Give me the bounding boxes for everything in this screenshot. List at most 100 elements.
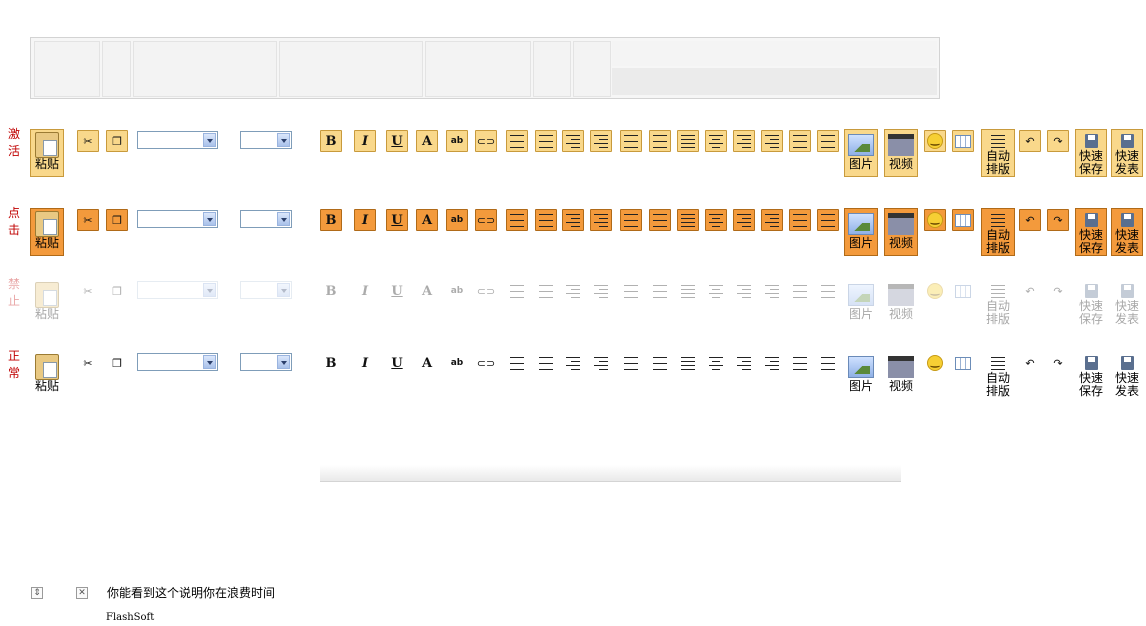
indent-button[interactable] — [590, 352, 612, 374]
insert-video-button[interactable]: 视频 — [884, 351, 918, 399]
link-button[interactable]: ⊂⊃ — [475, 130, 497, 152]
italic-button[interactable]: I — [354, 130, 376, 152]
highlight-button[interactable]: ab — [446, 352, 468, 374]
cut-button[interactable]: ✂ — [77, 130, 99, 152]
auto-format-button[interactable]: 自动 排版 — [981, 279, 1015, 327]
quick-save-button[interactable]: 快速 保存 — [1075, 351, 1107, 399]
paste-button[interactable]: 粘贴 — [30, 129, 64, 177]
font-color-button[interactable]: A — [416, 130, 438, 152]
font-size-select[interactable] — [240, 281, 292, 299]
insert-video-button[interactable]: 视频 — [884, 208, 918, 256]
align-center-button[interactable] — [705, 209, 727, 231]
font-size-select[interactable] — [240, 353, 292, 371]
numbered-list-button[interactable] — [535, 352, 557, 374]
undo-button[interactable]: ↶ — [1019, 280, 1041, 302]
table-button[interactable] — [952, 130, 974, 152]
insert-block-button[interactable] — [649, 280, 671, 302]
redo-button[interactable]: ↷ — [1047, 130, 1069, 152]
undo-button[interactable]: ↶ — [1019, 130, 1041, 152]
align-left-button[interactable] — [677, 130, 699, 152]
redo-button[interactable]: ↷ — [1047, 352, 1069, 374]
copy-button[interactable]: ❐ — [106, 352, 128, 374]
indent-button[interactable] — [590, 130, 612, 152]
horizontal-scrollbar[interactable] — [320, 465, 901, 482]
insert-video-button[interactable]: 视频 — [884, 279, 918, 327]
underline-button[interactable]: U — [386, 280, 408, 302]
quick-publish-button[interactable]: 快速 发表 — [1111, 129, 1143, 177]
justify-button[interactable] — [761, 209, 783, 231]
quick-save-button[interactable]: 快速 保存 — [1075, 279, 1107, 327]
paste-button[interactable]: 粘贴 — [30, 279, 64, 327]
paste-button[interactable]: 粘贴 — [30, 351, 64, 399]
insert-block-button[interactable] — [649, 209, 671, 231]
bullet-list-button[interactable] — [506, 209, 528, 231]
outdent-button[interactable] — [562, 209, 584, 231]
cut-button[interactable]: ✂ — [77, 352, 99, 374]
page-break-button[interactable] — [789, 209, 811, 231]
copy-button[interactable]: ❐ — [106, 209, 128, 231]
insert-line-button[interactable] — [620, 130, 642, 152]
quick-publish-button[interactable]: 快速 发表 — [1111, 351, 1143, 399]
highlight-button[interactable]: ab — [446, 130, 468, 152]
redo-button[interactable]: ↷ — [1047, 280, 1069, 302]
insert-image-button[interactable]: 图片 — [844, 279, 878, 327]
underline-button[interactable]: U — [386, 352, 408, 374]
align-center-button[interactable] — [705, 280, 727, 302]
auto-format-button[interactable]: 自动 排版 — [981, 129, 1015, 177]
outdent-button[interactable] — [562, 352, 584, 374]
expand-icon[interactable]: ⇕ — [31, 587, 43, 599]
insert-page-button[interactable] — [817, 209, 839, 231]
align-right-button[interactable] — [733, 209, 755, 231]
insert-block-button[interactable] — [649, 352, 671, 374]
link-button[interactable]: ⊂⊃ — [475, 352, 497, 374]
insert-page-button[interactable] — [817, 280, 839, 302]
table-button[interactable] — [952, 280, 974, 302]
quick-publish-button[interactable]: 快速 发表 — [1111, 279, 1143, 327]
auto-format-button[interactable]: 自动 排版 — [981, 208, 1015, 256]
insert-line-button[interactable] — [620, 280, 642, 302]
close-icon[interactable]: ✕ — [76, 587, 88, 599]
link-button[interactable]: ⊂⊃ — [475, 280, 497, 302]
justify-button[interactable] — [761, 280, 783, 302]
align-center-button[interactable] — [705, 352, 727, 374]
table-button[interactable] — [952, 352, 974, 374]
numbered-list-button[interactable] — [535, 130, 557, 152]
outdent-button[interactable] — [562, 130, 584, 152]
quick-save-button[interactable]: 快速 保存 — [1075, 208, 1107, 256]
insert-image-button[interactable]: 图片 — [844, 208, 878, 256]
align-right-button[interactable] — [733, 280, 755, 302]
bold-button[interactable]: B — [320, 352, 342, 374]
font-family-select[interactable] — [137, 281, 218, 299]
font-family-select[interactable] — [137, 353, 218, 371]
underline-button[interactable]: U — [386, 130, 408, 152]
insert-line-button[interactable] — [620, 352, 642, 374]
bold-button[interactable]: B — [320, 130, 342, 152]
page-break-button[interactable] — [789, 130, 811, 152]
font-size-select[interactable] — [240, 131, 292, 149]
paste-button[interactable]: 粘贴 — [30, 208, 64, 256]
font-color-button[interactable]: A — [416, 280, 438, 302]
font-size-select[interactable] — [240, 210, 292, 228]
align-right-button[interactable] — [733, 352, 755, 374]
page-break-button[interactable] — [789, 280, 811, 302]
indent-button[interactable] — [590, 209, 612, 231]
table-button[interactable] — [952, 209, 974, 231]
indent-button[interactable] — [590, 280, 612, 302]
align-left-button[interactable] — [677, 209, 699, 231]
bold-button[interactable]: B — [320, 280, 342, 302]
insert-page-button[interactable] — [817, 352, 839, 374]
font-family-select[interactable] — [137, 131, 218, 149]
copy-button[interactable]: ❐ — [106, 280, 128, 302]
outdent-button[interactable] — [562, 280, 584, 302]
insert-image-button[interactable]: 图片 — [844, 351, 878, 399]
cut-button[interactable]: ✂ — [77, 209, 99, 231]
highlight-button[interactable]: ab — [446, 209, 468, 231]
highlight-button[interactable]: ab — [446, 280, 468, 302]
font-color-button[interactable]: A — [416, 209, 438, 231]
align-left-button[interactable] — [677, 352, 699, 374]
insert-line-button[interactable] — [620, 209, 642, 231]
align-left-button[interactable] — [677, 280, 699, 302]
align-center-button[interactable] — [705, 130, 727, 152]
link-button[interactable]: ⊂⊃ — [475, 209, 497, 231]
cut-button[interactable]: ✂ — [77, 280, 99, 302]
